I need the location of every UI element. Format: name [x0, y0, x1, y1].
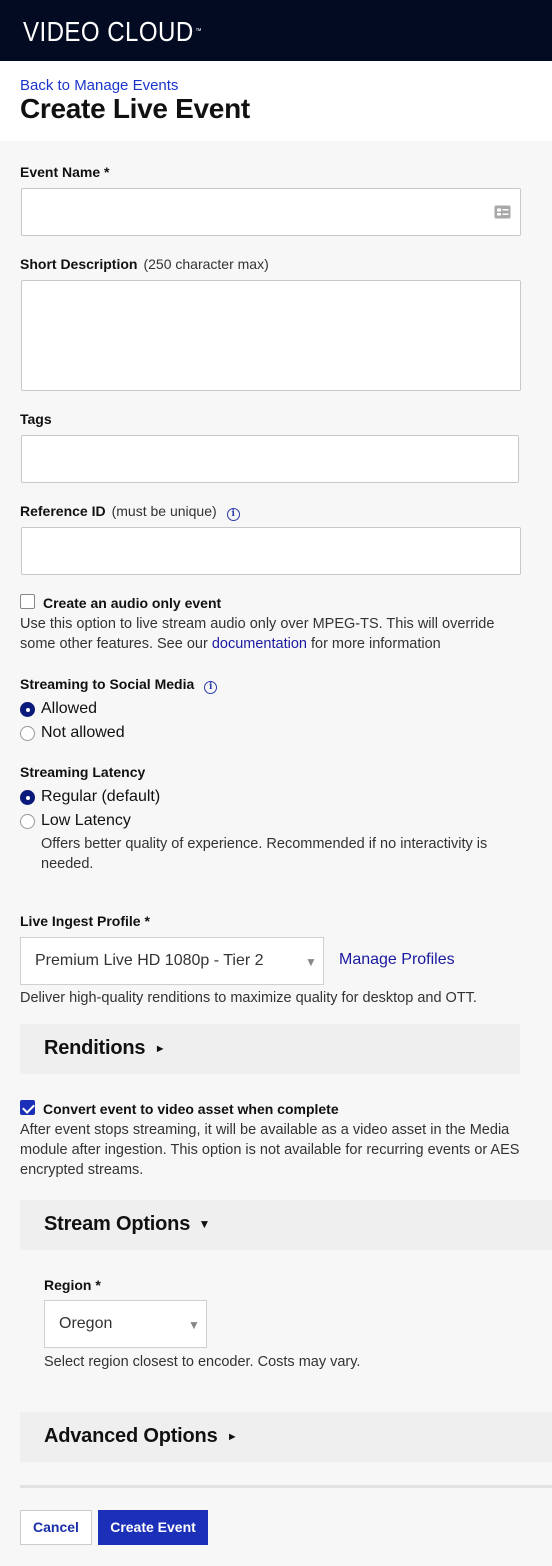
convert-asset-label[interactable]: Convert event to video asset when comple…: [43, 1101, 339, 1117]
top-navigation-bar: VIDEO CLOUD ™: [0, 0, 552, 61]
logo-text: VIDEO CLOUD: [23, 16, 194, 47]
audio-only-help: Use this option to live stream audio onl…: [20, 614, 530, 654]
social-allowed-label[interactable]: Allowed: [41, 700, 97, 718]
contact-card-icon: [494, 205, 511, 219]
region-select[interactable]: Oregon ▼: [44, 1300, 207, 1348]
documentation-link[interactable]: documentation: [212, 636, 307, 652]
short-description-label-text: Short Description: [20, 256, 138, 272]
info-icon[interactable]: i: [226, 508, 240, 521]
renditions-panel-header[interactable]: Renditions ►: [20, 1024, 520, 1074]
stream-options-title: Stream Options ▼: [44, 1213, 210, 1236]
latency-regular-label[interactable]: Regular (default): [41, 788, 160, 806]
audio-only-label[interactable]: Create an audio only event: [43, 595, 221, 611]
latency-low-radio[interactable]: [20, 814, 35, 829]
info-icon[interactable]: i: [204, 681, 218, 694]
convert-asset-checkbox[interactable]: [20, 1100, 35, 1115]
reference-id-label-text: Reference ID: [20, 503, 106, 519]
latency-label: Streaming Latency: [20, 764, 146, 780]
page-title: Create Live Event: [20, 93, 250, 124]
audio-only-checkbox[interactable]: [20, 594, 35, 609]
social-allowed-radio[interactable]: [20, 702, 35, 717]
advanced-options-title-text: Advanced Options: [44, 1425, 218, 1447]
stream-options-panel-header[interactable]: Stream Options ▼: [20, 1200, 552, 1250]
reference-id-label: Reference ID (must be unique) i: [20, 503, 240, 521]
tags-label: Tags: [20, 411, 52, 427]
social-not-allowed-radio[interactable]: [20, 726, 35, 741]
short-description-hint: (250 character max): [143, 256, 269, 272]
ingest-profile-label: Live Ingest Profile *: [20, 913, 150, 929]
latency-regular-radio[interactable]: [20, 790, 35, 805]
region-label: Region *: [44, 1277, 101, 1293]
ingest-profile-value: Premium Live HD 1080p - Tier 2: [35, 952, 264, 969]
page-header: Back to Manage Events Create Live Event: [0, 61, 552, 141]
manage-profiles-link[interactable]: Manage Profiles: [339, 951, 455, 969]
logo-trademark: ™: [195, 28, 202, 35]
short-description-label: Short Description (250 character max): [20, 256, 269, 272]
social-media-label-text: Streaming to Social Media: [20, 676, 195, 692]
chevron-down-icon: ▼: [305, 955, 317, 969]
event-name-label: Event Name *: [20, 164, 110, 180]
tags-input[interactable]: [21, 435, 519, 483]
ingest-profile-help: Deliver high-quality renditions to maxim…: [20, 990, 477, 1006]
short-description-textarea[interactable]: [21, 280, 521, 391]
advanced-options-panel-header[interactable]: Advanced Options ►: [20, 1412, 552, 1462]
event-name-input[interactable]: [21, 188, 521, 236]
latency-low-label[interactable]: Low Latency: [41, 812, 131, 830]
footer-divider: [20, 1485, 552, 1488]
video-cloud-logo[interactable]: VIDEO CLOUD ™: [23, 15, 202, 49]
collapse-arrow-icon: ▼: [198, 1217, 211, 1231]
expand-arrow-icon: ►: [154, 1043, 166, 1055]
audio-only-help-text-end: for more information: [306, 636, 441, 652]
social-not-allowed-label[interactable]: Not allowed: [41, 724, 125, 742]
cancel-button[interactable]: Cancel: [20, 1510, 92, 1545]
low-latency-help: Offers better quality of experience. Rec…: [41, 836, 488, 872]
social-media-label: Streaming to Social Media i: [20, 676, 218, 694]
reference-id-hint: (must be unique): [111, 503, 217, 519]
renditions-title-text: Renditions: [44, 1037, 146, 1059]
stream-options-title-text: Stream Options: [44, 1213, 191, 1235]
reference-id-input[interactable]: [21, 527, 521, 575]
region-value: Oregon: [59, 1315, 113, 1332]
region-help: Select region closest to encoder. Costs …: [44, 1354, 361, 1370]
advanced-options-title: Advanced Options ►: [44, 1425, 238, 1448]
create-event-button[interactable]: Create Event: [98, 1510, 208, 1545]
ingest-profile-select[interactable]: Premium Live HD 1080p - Tier 2 ▼: [20, 937, 324, 985]
back-to-manage-events-link[interactable]: Back to Manage Events: [20, 77, 178, 94]
chevron-down-icon: ▼: [188, 1318, 200, 1332]
expand-arrow-icon: ►: [226, 1431, 238, 1443]
renditions-title: Renditions ►: [44, 1037, 166, 1060]
convert-asset-help: After event stops streaming, it will be …: [20, 1122, 520, 1178]
